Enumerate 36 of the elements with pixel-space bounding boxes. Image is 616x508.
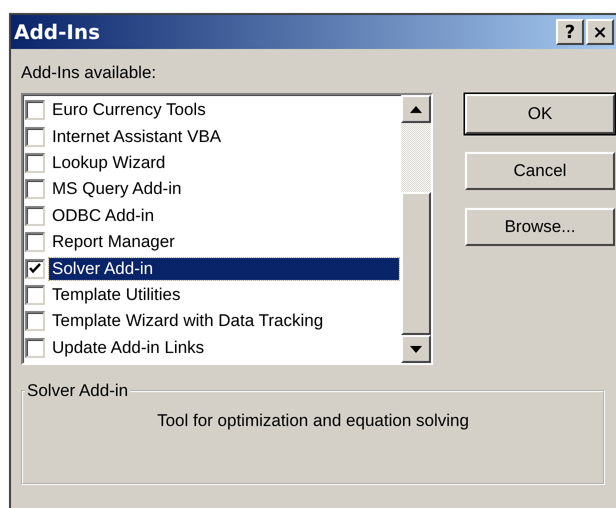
addin-item[interactable]: Lookup Wizard — [49, 152, 399, 174]
down-triangle-icon — [410, 346, 422, 352]
dialog-button[interactable]: Browse... — [465, 208, 615, 246]
addin-item[interactable]: Euro Currency Tools — [49, 99, 399, 122]
scroll-down-button[interactable] — [401, 335, 431, 363]
close-button[interactable]: × — [586, 19, 614, 45]
checkbox[interactable] — [25, 232, 45, 252]
help-button[interactable]: ? — [556, 19, 584, 45]
addin-item[interactable]: Report Manager — [49, 231, 399, 254]
addin-item[interactable]: Template Utilities — [49, 284, 399, 306]
group-title: Solver Add-in — [26, 381, 130, 401]
checkbox[interactable] — [25, 126, 45, 147]
up-triangle-icon — [410, 106, 422, 112]
addin-item[interactable]: Template Wizard with Data Tracking — [49, 310, 399, 332]
addin-item[interactable]: Internet Assistant VBA — [49, 126, 399, 148]
dialog-button[interactable]: OK — [465, 94, 615, 134]
addin-item[interactable]: MS Query Add-in — [49, 178, 399, 200]
dialog-button[interactable]: Cancel — [465, 152, 615, 190]
checkbox[interactable] — [25, 338, 45, 358]
addin-item[interactable]: Solver Add-in — [49, 258, 399, 280]
scroll-thumb[interactable] — [401, 192, 431, 335]
checkbox[interactable] — [25, 258, 45, 279]
checkbox[interactable] — [25, 206, 45, 226]
checkbox[interactable] — [25, 284, 45, 305]
scroll-up-button[interactable] — [401, 95, 431, 123]
checkbox[interactable] — [25, 311, 45, 332]
checkbox[interactable] — [25, 100, 45, 120]
list-label: Add-Ins available: — [21, 63, 158, 84]
addin-item[interactable]: Update Add-in Links — [49, 336, 399, 359]
window-title: Add-Ins — [14, 20, 100, 44]
description-text: Tool for optimization and equation solving — [157, 411, 469, 432]
addin-item[interactable]: ODBC Add-in — [49, 204, 399, 227]
check-icon — [29, 263, 41, 274]
checkbox[interactable] — [25, 152, 45, 173]
scrollbar[interactable] — [401, 95, 431, 363]
checkbox[interactable] — [25, 179, 45, 200]
